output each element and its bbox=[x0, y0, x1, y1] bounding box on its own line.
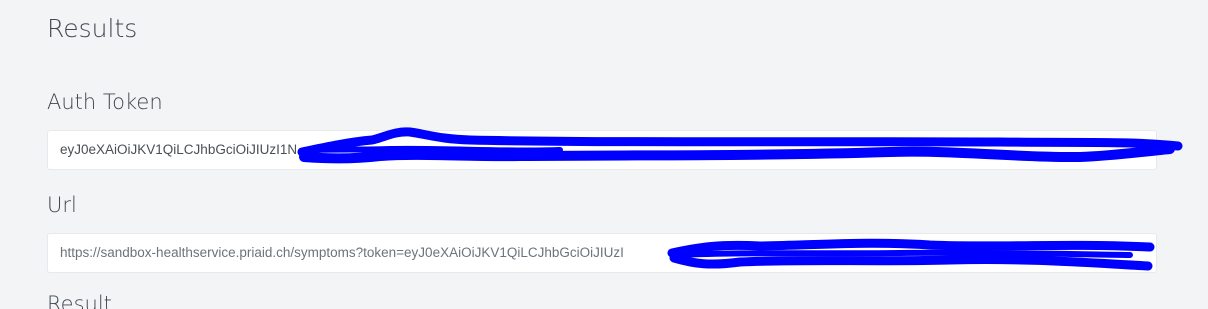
url-value: https://sandbox-healthservice.priaid.ch/… bbox=[60, 245, 624, 260]
auth-token-value: eyJ0eXAiOiJKV1QiLCJhbGciOiJIUzI1N bbox=[60, 142, 298, 157]
auth-token-field[interactable]: eyJ0eXAiOiJKV1QiLCJhbGciOiJIUzI1N bbox=[47, 130, 1157, 170]
result-label: Result bbox=[47, 292, 112, 309]
url-label: Url bbox=[47, 193, 77, 217]
results-heading: Results bbox=[47, 14, 138, 43]
url-field[interactable]: https://sandbox-healthservice.priaid.ch/… bbox=[47, 233, 1157, 273]
results-panel: Results Auth Token eyJ0eXAiOiJKV1QiLCJhb… bbox=[0, 0, 1208, 309]
auth-token-label: Auth Token bbox=[47, 90, 163, 114]
